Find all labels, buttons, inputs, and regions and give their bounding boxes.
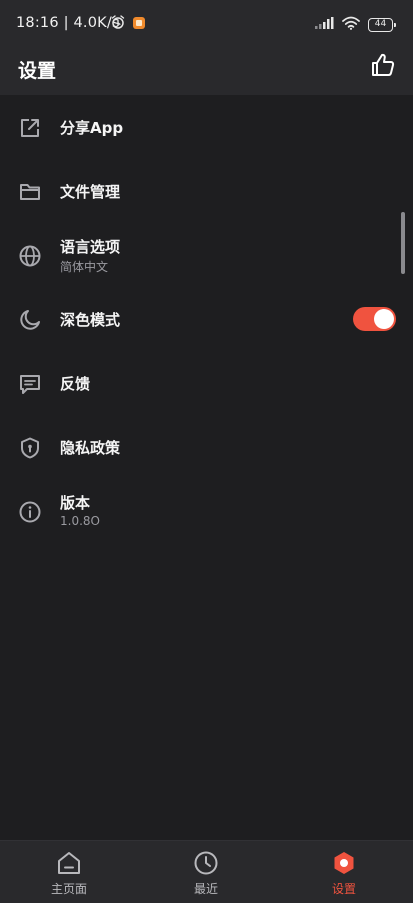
- settings-item-feedback[interactable]: 反馈: [0, 351, 413, 415]
- settings-item-share-app[interactable]: 分享App: [0, 95, 413, 159]
- feedback-icon: [17, 371, 43, 397]
- nav-item-home[interactable]: 主页面: [0, 841, 138, 903]
- settings-item-label: 版本: [60, 494, 91, 512]
- app-bar: 设置: [0, 48, 413, 95]
- alarm-clock-icon: [110, 14, 126, 34]
- version-value: 1.0.8O: [60, 514, 100, 528]
- clock-icon: [193, 850, 219, 876]
- bottom-nav: 主页面 最近 设置: [0, 840, 413, 903]
- status-bar: 18:16 | 4.0K/s 44: [0, 0, 413, 48]
- settings-item-privacy-policy[interactable]: 隐私政策: [0, 415, 413, 479]
- settings-item-dark-mode: 深色模式: [0, 287, 413, 351]
- signal-icon: [314, 15, 334, 34]
- toggle-knob: [374, 309, 394, 329]
- scrollbar[interactable]: [401, 212, 405, 274]
- settings-item-label: 语言选项: [60, 238, 121, 256]
- settings-item-label: 分享App: [60, 119, 124, 137]
- nav-item-settings[interactable]: 设置: [275, 841, 413, 903]
- settings-item-file-manager[interactable]: 文件管理: [0, 159, 413, 223]
- settings-item-label: 反馈: [60, 375, 91, 393]
- like-button[interactable]: [369, 53, 397, 81]
- nav-item-recent[interactable]: 最近: [137, 841, 275, 903]
- nav-label: 主页面: [50, 882, 87, 896]
- settings-item-label: 文件管理: [60, 183, 121, 201]
- wifi-icon: [342, 15, 360, 34]
- settings-item-version: 版本 1.0.8O: [0, 479, 413, 543]
- nav-label: 最近: [193, 882, 218, 896]
- dark-mode-toggle[interactable]: [353, 307, 396, 331]
- settings-item-label: 隐私政策: [60, 439, 121, 457]
- nav-label: 设置: [331, 882, 356, 896]
- settings-hex-icon: [331, 850, 357, 876]
- moon-icon: [17, 307, 43, 333]
- status-time-speed: 18:16 | 4.0K/s: [16, 15, 120, 31]
- home-icon: [56, 850, 82, 876]
- settings-list: 分享App 文件管理 语言选项 简体中文 深色模式 反馈 隐私政策 版本 1.0…: [0, 95, 413, 840]
- folder-icon: [17, 179, 43, 205]
- globe-icon: [17, 243, 43, 269]
- settings-item-language[interactable]: 语言选项 简体中文: [0, 223, 413, 287]
- language-value: 简体中文: [60, 260, 109, 274]
- battery-icon: 44: [368, 17, 396, 32]
- share-external-icon: [17, 115, 43, 141]
- privacy-shield-icon: [17, 435, 43, 461]
- page-title: 设置: [18, 60, 57, 82]
- app-notification-icon: [132, 15, 146, 34]
- settings-item-label: 深色模式: [60, 311, 121, 329]
- thumbs-up-icon: [370, 52, 396, 82]
- info-icon: [17, 499, 43, 525]
